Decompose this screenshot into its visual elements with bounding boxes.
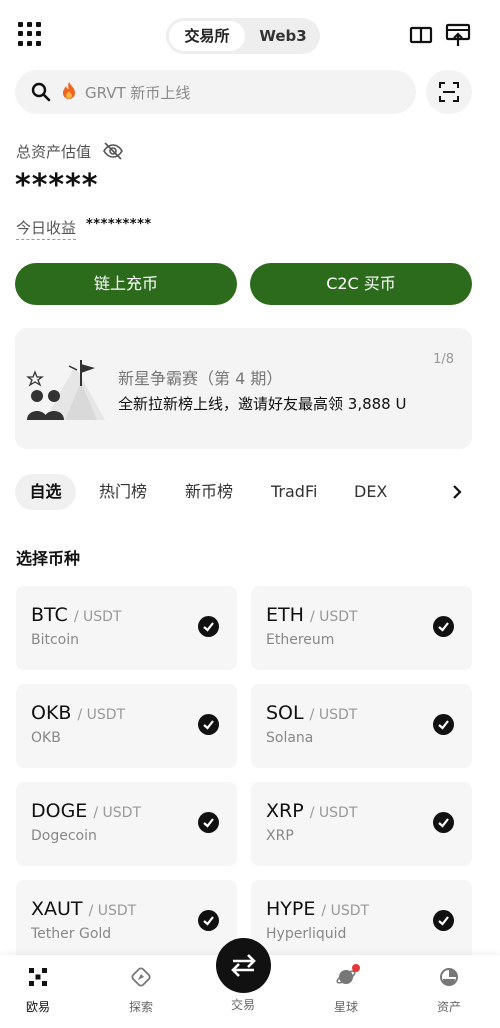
total-assets-value: ***** (15, 168, 99, 203)
check-icon[interactable] (433, 812, 454, 833)
tab-hot[interactable]: 热门榜 (99, 474, 147, 510)
coin-quote: / USDT (77, 707, 126, 723)
nav-label: 探索 (128, 1000, 153, 1014)
promo-banner[interactable]: 新星争霸赛（第 4 期） 全新拉新榜上线，邀请好友最高领 3,888 U 1/8 (15, 328, 472, 449)
coin-card-btc[interactable]: BTC / USDT Bitcoin (16, 586, 237, 670)
coin-name: Bitcoin (31, 632, 80, 648)
total-assets-label: 总资产估值 (16, 143, 92, 161)
coin-name: OKB (31, 730, 61, 746)
tab-favorites[interactable]: 自选 (15, 474, 76, 510)
coin-quote: / USDT (73, 609, 122, 625)
mountain-flag-icon (26, 360, 105, 420)
nav-label-trade: 交易 (230, 998, 255, 1012)
coin-card-sol[interactable]: SOL / USDT Solana (251, 684, 472, 768)
trade-button[interactable] (216, 938, 271, 993)
section-title: 选择币种 (16, 549, 81, 568)
coin-symbol: XRP (266, 800, 304, 822)
check-icon[interactable] (198, 910, 219, 931)
nav-assets[interactable]: 资产 (419, 963, 479, 1015)
today-earnings-value: ********* (86, 217, 152, 232)
check-icon[interactable] (433, 714, 454, 735)
tab-dex[interactable]: DEX (354, 474, 387, 510)
nav-planet[interactable]: 星球 (316, 963, 376, 1015)
coin-card-xaut[interactable]: XAUT / USDT Tether Gold (16, 880, 237, 964)
mode-switcher: 交易所 Web3 (166, 18, 320, 54)
coin-symbol: OKB (31, 702, 72, 724)
coin-name: Tether Gold (31, 926, 112, 942)
banner-subtitle: 全新拉新榜上线，邀请好友最高领 3,888 U (118, 395, 407, 413)
coin-symbol: BTC (31, 604, 68, 626)
coin-card-okb[interactable]: OKB / USDT OKB (16, 684, 237, 768)
nav-okx[interactable]: 欧易 (8, 963, 68, 1015)
share-upload-icon[interactable] (445, 22, 471, 48)
deposit-button[interactable]: 链上充币 (15, 263, 237, 305)
coin-card-eth[interactable]: ETH / USDT Ethereum (251, 586, 472, 670)
coin-card-hype[interactable]: HYPE / USDT Hyperliquid (251, 880, 472, 964)
nav-label: 星球 (333, 1000, 358, 1014)
notification-dot (352, 964, 360, 972)
tab-tradfi[interactable]: TradFi (271, 474, 317, 510)
today-earnings-label[interactable]: 今日收益 (16, 217, 77, 240)
scan-button[interactable] (426, 70, 472, 114)
check-icon[interactable] (198, 616, 219, 637)
coin-quote: / USDT (309, 805, 358, 821)
search-icon (31, 82, 51, 102)
check-icon[interactable] (198, 714, 219, 735)
swap-arrows-icon (231, 954, 256, 977)
banner-title: 新星争霸赛（第 4 期） (118, 369, 283, 388)
scan-icon (439, 82, 459, 102)
eye-off-icon[interactable] (102, 141, 124, 161)
coin-name: Dogecoin (31, 828, 97, 844)
check-icon[interactable] (198, 812, 219, 833)
coin-name: Solana (266, 730, 314, 746)
fire-icon (63, 82, 75, 99)
okx-logo-icon (29, 968, 47, 986)
chevron-right-icon[interactable] (451, 484, 463, 500)
coin-quote: / USDT (309, 609, 358, 625)
banner-page-indicator: 1/8 (433, 352, 454, 367)
coin-symbol: ETH (266, 604, 304, 626)
coin-name: XRP (266, 828, 294, 844)
check-icon[interactable] (433, 910, 454, 931)
coin-quote: / USDT (93, 805, 142, 821)
coin-card-doge[interactable]: DOGE / USDT Dogecoin (16, 782, 237, 866)
coin-symbol: DOGE (31, 800, 88, 822)
book-icon[interactable] (409, 24, 433, 46)
search-placeholder: GRVT 新币上线 (85, 84, 191, 102)
search-bar[interactable]: GRVT 新币上线 (15, 70, 416, 114)
coin-symbol: XAUT (31, 898, 83, 920)
tab-web3[interactable]: Web3 (248, 21, 318, 51)
top-bar: 交易所 Web3 (0, 16, 500, 56)
pie-chart-icon (440, 968, 458, 986)
compass-icon (131, 967, 151, 987)
coin-card-xrp[interactable]: XRP / USDT XRP (251, 782, 472, 866)
tab-new[interactable]: 新币榜 (185, 474, 233, 510)
coin-symbol: SOL (266, 702, 304, 724)
coin-quote: / USDT (309, 707, 358, 723)
nav-label: 欧易 (25, 1000, 50, 1014)
coin-name: Hyperliquid (266, 926, 347, 942)
tab-exchange[interactable]: 交易所 (169, 21, 245, 51)
check-icon[interactable] (433, 616, 454, 637)
c2c-buy-button[interactable]: C2C 买币 (250, 263, 472, 305)
apps-grid-icon[interactable] (18, 22, 42, 46)
coin-symbol: HYPE (266, 898, 316, 920)
coin-quote: / USDT (321, 903, 370, 919)
nav-label: 资产 (436, 1000, 461, 1014)
coin-name: Ethereum (266, 632, 335, 648)
coin-quote: / USDT (88, 903, 137, 919)
nav-explore[interactable]: 探索 (111, 963, 171, 1015)
